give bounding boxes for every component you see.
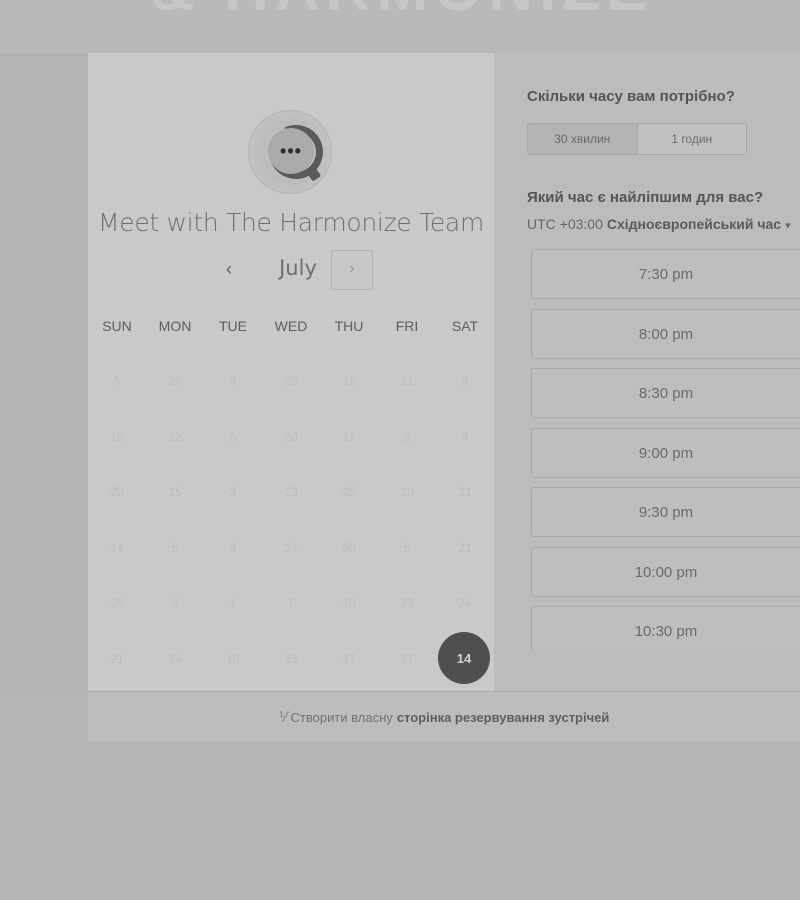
calendar-day: 2 [171, 596, 179, 610]
calendar-day: 7 [287, 596, 295, 610]
weekday-fri: FRI [395, 318, 419, 334]
hubspot-sprocket-icon: ⅟ [278, 708, 287, 725]
month-label: July [279, 256, 317, 280]
calendar-day: 9 [229, 374, 237, 388]
calendar-day: 13 [284, 485, 298, 499]
chevron-down-icon: ▾ [785, 220, 791, 232]
calendar-day: 12 [168, 430, 182, 444]
calendar-day: 24 [458, 596, 472, 610]
calendar-day: 31 [458, 485, 472, 499]
chat-bubble-icon: ••• [268, 128, 314, 174]
calendar-day: 4 [461, 430, 469, 444]
calendar-day: 8 [461, 374, 469, 388]
time-slot-list: 7:30 pm 8:00 pm 8:30 pm 9:00 pm 9:30 pm … [531, 249, 800, 651]
page-left-margin [0, 53, 88, 693]
calendar-day: 11 [400, 374, 414, 388]
calendar-day: 26 [110, 596, 124, 610]
calendar-day: 10 [342, 596, 356, 610]
calendar-day: 21 [110, 652, 124, 666]
calendar-day: 14 [110, 541, 124, 555]
time-slot[interactable]: 7:30 pm [531, 249, 800, 299]
duration-question: Скільки часу вам потрібно? [527, 88, 735, 105]
weekday-sun: SUN [102, 318, 132, 334]
calendar-day: 13 [284, 652, 298, 666]
calendar-day: 17 [342, 652, 356, 666]
team-title: Meet with The Harmonize Team [97, 208, 485, 237]
calendar-day: 12 [342, 374, 356, 388]
page-header-band: & HARMONIZE [0, 0, 800, 53]
calendar-day: 21 [458, 541, 472, 555]
calendar-day: 5 [403, 541, 411, 555]
selected-day[interactable]: 14 [438, 632, 490, 684]
calendar-day: 25 [342, 485, 356, 499]
time-slot[interactable]: 10:30 pm [531, 606, 800, 651]
timezone-name: Східноєвропейський час [606, 216, 782, 232]
calendar-day: 10 [400, 485, 414, 499]
timezone-offset: UTC +03:00 [527, 216, 603, 232]
weekday-thu: THU [334, 318, 364, 334]
calendar-day: 2 [403, 430, 411, 444]
duration-toggle: 30 хвилин 1 годин [527, 123, 747, 155]
month-navigation: ‹ July › [88, 250, 494, 290]
calendar-day: 9 [229, 541, 237, 555]
weekday-header: SUN MON TUE WED THU FRI SAT [88, 318, 494, 338]
calendar-day: 15 [110, 430, 124, 444]
calendar-day: 5 [113, 374, 121, 388]
weekday-tue: TUE [219, 318, 247, 334]
time-slot[interactable]: 8:00 pm [531, 309, 800, 359]
background-heading: & HARMONIZE [150, 0, 800, 14]
footer-link[interactable]: сторінка резервування зустрічей [397, 710, 610, 725]
calendar-day: 25 [168, 374, 182, 388]
calendar-day: 29 [400, 596, 414, 610]
weekday-mon: MON [158, 318, 192, 334]
calendar-day: 15 [168, 485, 182, 499]
next-month-button[interactable]: › [331, 250, 373, 290]
prev-month-button[interactable]: ‹ [216, 258, 242, 284]
calendar-day: 5 [171, 541, 179, 555]
calendar-day: 17 [342, 430, 356, 444]
calendar-day: 27 [284, 541, 298, 555]
footer-bar: ⅟ Створити власну сторінка резервування … [88, 691, 800, 742]
calendar-day: 25 [284, 374, 298, 388]
time-slot[interactable]: 9:00 pm [531, 428, 800, 478]
calendar-day: 20 [284, 430, 298, 444]
calendar-day: 3 [229, 485, 237, 499]
timezone-selector[interactable]: UTC +03:00 Східноєвропейський час ▾ [527, 216, 791, 232]
calendar-day: 24 [168, 652, 182, 666]
calendar-day: 10 [226, 652, 240, 666]
duration-30-min-button[interactable]: 30 хвилин [528, 124, 638, 154]
duration-1-hour-button[interactable]: 1 годин [637, 124, 746, 154]
calendar-day: 27 [400, 652, 414, 666]
time-slot[interactable]: 9:30 pm [531, 487, 800, 537]
calendar-day: 20 [110, 485, 124, 499]
footer-prefix: Створити власну [290, 709, 393, 725]
time-slot[interactable]: 8:30 pm [531, 368, 800, 418]
weekday-sat: SAT [451, 318, 479, 334]
time-slot[interactable]: 10:00 pm [531, 547, 800, 597]
calendar-day: 1 [229, 596, 237, 610]
weekday-wed: WED [274, 318, 308, 334]
time-question: Який час є найліпшим для вас? [527, 189, 764, 206]
calendar-day: 30 [342, 541, 356, 555]
calendar-day: 5 [229, 430, 237, 444]
